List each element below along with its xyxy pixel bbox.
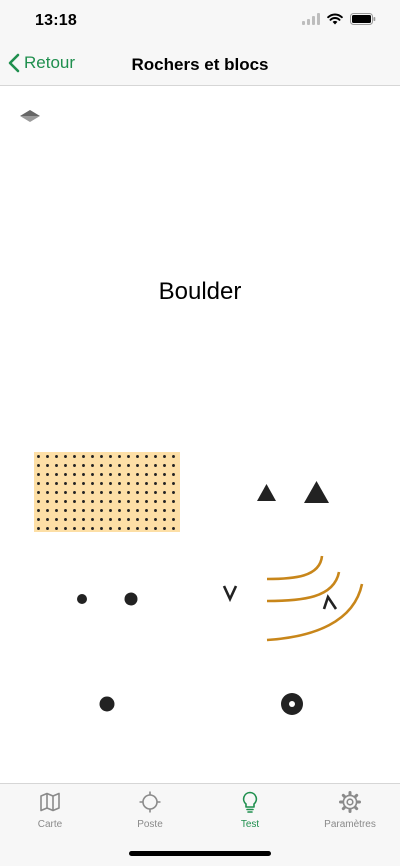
map-icon — [40, 792, 60, 812]
tab-parametres[interactable]: Paramètres — [300, 790, 400, 830]
crosshair-icon — [139, 791, 161, 813]
small-boulders-symbol — [77, 592, 138, 606]
signal-icon — [302, 13, 320, 25]
tab-label: Carte — [37, 819, 63, 830]
symbol-name: Boulder — [158, 278, 242, 305]
boulder-ring-symbol — [281, 693, 303, 715]
boulder-field-symbol — [34, 452, 180, 532]
tab-poste[interactable]: Poste — [100, 790, 200, 830]
gear-icon — [339, 791, 361, 813]
tab-label: Test — [240, 819, 260, 830]
contour-lines-symbol — [266, 555, 364, 642]
tab-test[interactable]: Test — [200, 790, 300, 830]
tab-label: Paramètres — [324, 819, 376, 830]
boulder-cluster-symbol — [257, 481, 329, 503]
tab-label: Poste — [137, 819, 163, 830]
battery-icon — [350, 13, 376, 25]
v-mark-symbol — [222, 585, 238, 602]
boulder-dot-symbol — [99, 696, 115, 712]
symbol-content: Boulder — [0, 86, 400, 783]
rotate-icon[interactable] — [20, 110, 40, 122]
lightbulb-icon — [242, 791, 258, 813]
page-title: Rochers et blocs — [131, 55, 269, 74]
tab-carte[interactable]: Carte — [0, 790, 100, 830]
status-icons — [302, 13, 376, 25]
home-indicator[interactable] — [129, 851, 271, 856]
status-time: 13:18 — [35, 12, 77, 29]
status-bar: 13:18 — [0, 0, 400, 44]
wifi-icon — [327, 13, 343, 25]
navigation-bar: Retour Rochers et blocs — [0, 44, 400, 86]
